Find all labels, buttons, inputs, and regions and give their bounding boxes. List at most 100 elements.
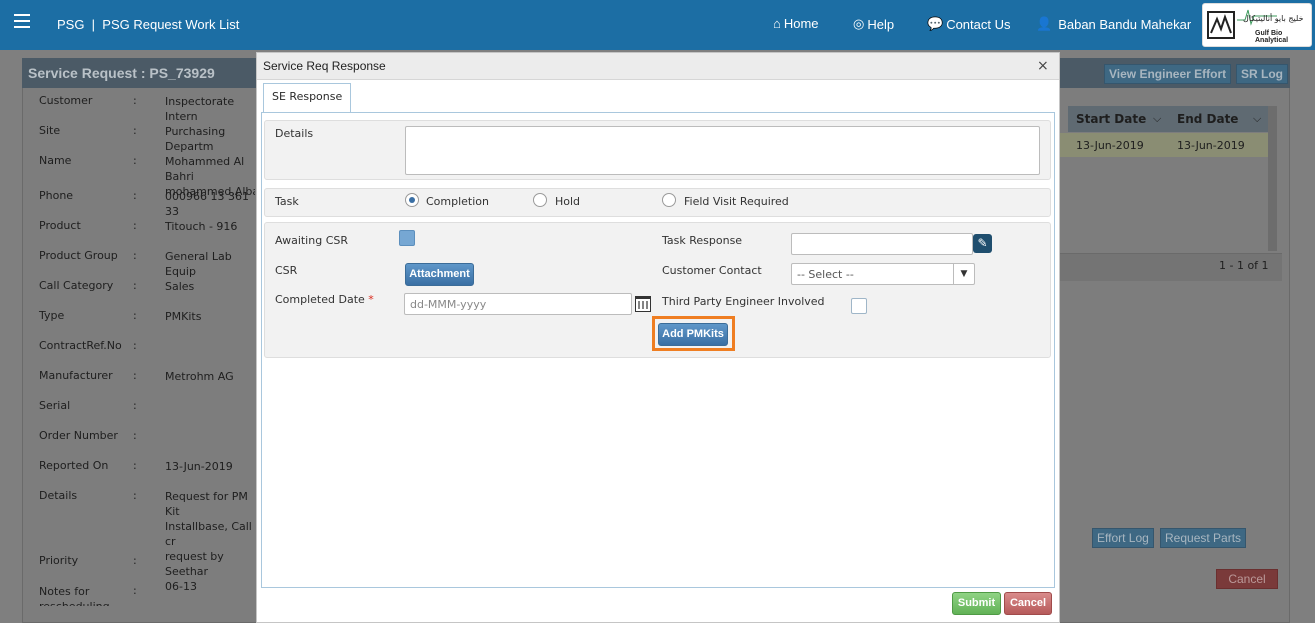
field-separator: :: [133, 189, 137, 202]
request-parts-button[interactable]: Request Parts: [1160, 528, 1247, 548]
field-separator: :: [133, 154, 137, 167]
task-section: Task Completion Hold Field Visit Require…: [264, 188, 1051, 217]
field-value: Titouch - 916: [165, 220, 238, 233]
field-value: 000966 13 361 33: [165, 190, 249, 218]
top-navbar: PSG | PSG Request Work List ⌂ Home ◎ Help …: [0, 0, 1315, 50]
field-label: Phone: [39, 189, 74, 202]
field-label: Customer: [39, 94, 93, 107]
nav-help[interactable]: ◎ Help: [853, 16, 894, 32]
field-separator: :: [133, 489, 137, 502]
hamburger-menu-icon[interactable]: [14, 14, 30, 28]
field-separator: :: [133, 459, 137, 472]
field-separator: :: [133, 339, 137, 352]
close-icon[interactable]: ×: [1037, 58, 1049, 74]
customer-contact-label: Customer Contact: [662, 264, 762, 277]
nav-home-label: Home: [783, 16, 819, 31]
user-menu[interactable]: 👤 Baban Bandu Mahekar: [1036, 16, 1191, 32]
field-label: Call Category: [39, 279, 114, 292]
field-separator: :: [133, 279, 137, 292]
awaiting-csr-label: Awaiting CSR: [275, 234, 348, 247]
grid-cell-end-date: 13-Jun-2019: [1177, 139, 1245, 152]
field-value: 13-Jun-2019: [165, 460, 233, 473]
modal-title: Service Req Response: [263, 59, 386, 73]
grid-col-end-date[interactable]: End Date: [1177, 112, 1238, 126]
submit-button[interactable]: Submit: [952, 592, 1001, 615]
chat-bubble-icon: 💬: [927, 16, 944, 31]
task-option-hold-label: Hold: [555, 195, 581, 208]
nav-help-label: Help: [867, 16, 895, 32]
task-radio-hold[interactable]: [533, 193, 547, 207]
field-label: Serial: [39, 399, 71, 412]
details-label: Details: [275, 127, 314, 140]
user-name: Baban Bandu Mahekar: [1058, 16, 1192, 32]
field-value: General Lab Equip: [165, 250, 232, 278]
field-separator: :: [133, 369, 137, 382]
nav-contact-label: Contact Us: [946, 16, 1011, 32]
logo-english-text: Gulf Bio Analytical: [1255, 30, 1289, 44]
completed-date-label: Completed Date *: [275, 293, 374, 306]
completed-date-label-text: Completed Date: [275, 293, 365, 306]
details-textarea[interactable]: [405, 126, 1040, 175]
field-value: Metrohm AG: [165, 370, 234, 383]
field-separator: :: [133, 399, 137, 412]
pager-info: 1 - 1 of 1: [1219, 259, 1269, 272]
app-title: PSG | PSG Request Work List: [57, 17, 240, 32]
third-party-checkbox[interactable]: [851, 298, 867, 314]
task-response-input[interactable]: [791, 233, 973, 255]
help-icon: ◎: [853, 16, 865, 31]
field-separator: :: [133, 94, 137, 107]
customer-contact-value: -- Select --: [797, 268, 854, 281]
sr-log-button[interactable]: SR Log: [1236, 64, 1288, 84]
home-icon: ⌂: [773, 16, 781, 31]
attachment-button[interactable]: Attachment: [405, 263, 474, 286]
field-label: Order Number: [39, 429, 118, 442]
nav-home[interactable]: ⌂ Home: [773, 16, 819, 31]
calendar-icon[interactable]: [635, 296, 651, 312]
field-separator: :: [133, 429, 137, 442]
customer-contact-select[interactable]: -- Select -- ▼: [791, 263, 975, 285]
field-label: Details: [39, 489, 78, 502]
completed-date-input[interactable]: dd-MMM-yyyy: [404, 293, 632, 315]
required-mark: *: [368, 293, 374, 306]
grid-col-start-date[interactable]: Start Date: [1076, 112, 1146, 126]
task-option-field-visit-label: Field Visit Required: [684, 195, 789, 208]
page-cancel-button[interactable]: Cancel: [1216, 569, 1278, 589]
effort-log-button[interactable]: Effort Log: [1092, 528, 1154, 548]
field-separator: :: [133, 219, 137, 232]
grid-scrollbar[interactable]: [1268, 106, 1277, 251]
field-label: Product: [39, 219, 81, 232]
view-engineer-effort-button[interactable]: View Engineer Effort: [1104, 64, 1232, 84]
service-request-title: Service Request : PS_73929: [28, 65, 215, 81]
csr-label: CSR: [275, 264, 298, 277]
field-label: Name: [39, 154, 72, 167]
awaiting-csr-checkbox[interactable]: [399, 230, 415, 246]
field-label: Reported On: [39, 459, 109, 472]
field-label: Site: [39, 124, 61, 137]
cancel-button[interactable]: Cancel: [1004, 592, 1052, 615]
field-separator: :: [133, 584, 137, 597]
chevron-down-icon[interactable]: ▼: [953, 264, 974, 284]
task-response-label: Task Response: [662, 234, 743, 247]
field-value: Purchasing Departm: [165, 125, 226, 153]
field-separator: :: [133, 249, 137, 262]
field-value: Sales: [165, 280, 195, 293]
field-separator: :: [133, 124, 137, 137]
nav-contact-us[interactable]: 💬 Contact Us: [927, 16, 1011, 32]
field-value: Request for PM Kit Installbase, Call cr …: [165, 490, 252, 593]
task-label: Task: [275, 195, 299, 208]
task-radio-field-visit[interactable]: [662, 193, 676, 207]
logo-mark-icon: [1207, 11, 1235, 39]
task-radio-completion[interactable]: [405, 193, 419, 207]
filter-chevron-icon[interactable]: ⌵: [1253, 112, 1261, 126]
field-label: Type: [39, 309, 65, 322]
user-icon: 👤: [1036, 16, 1053, 31]
field-value: PMKits: [165, 310, 202, 323]
grid-cell-start-date: 13-Jun-2019: [1076, 139, 1144, 152]
modal-header: Service Req Response ×: [257, 53, 1059, 80]
field-label: Priority: [39, 554, 79, 567]
field-label: Product Group: [39, 249, 118, 262]
tab-se-response[interactable]: SE Response: [263, 83, 352, 113]
date-placeholder: dd-MMM-yyyy: [410, 298, 487, 311]
pencil-icon[interactable]: ✎: [973, 234, 992, 253]
filter-chevron-icon[interactable]: ⌵: [1153, 112, 1161, 126]
